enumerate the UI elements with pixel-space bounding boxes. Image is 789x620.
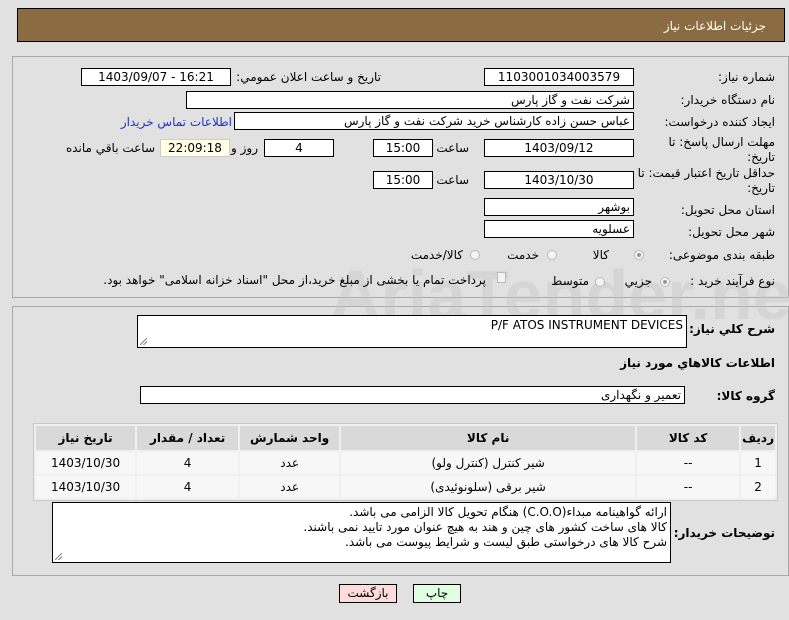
buyer-contact-link[interactable]: اطلاعات تماس خريدار xyxy=(121,115,232,129)
col-row: رديف xyxy=(741,426,775,450)
page-header: جزئیات اطلاعات نیاز xyxy=(17,8,785,42)
category-radio-both[interactable] xyxy=(470,250,480,260)
validity-date-field: 1403/10/30 xyxy=(484,171,634,189)
province-label: استان محل تحويل: xyxy=(680,203,775,217)
city-label: شهر محل تحويل: xyxy=(688,225,775,239)
notes-textarea[interactable]: ارائه گواهینامه مبداء(C.O.O) هنگام تحویل… xyxy=(52,502,671,563)
group-field: تعمیر و نگهداری xyxy=(140,386,685,404)
cell-code: -- xyxy=(637,452,740,474)
col-qty: تعداد / مقدار xyxy=(137,426,239,450)
cell-name: شیر کنترل (کنترل ولو) xyxy=(341,452,636,474)
col-unit: واحد شمارش xyxy=(240,426,340,450)
category-option-both: کالا/خدمت xyxy=(410,248,463,262)
cell-date: 1403/10/30 xyxy=(36,452,136,474)
cell-name: شیر برقی (سلونوئیدی) xyxy=(341,476,636,498)
category-radio-service[interactable] xyxy=(547,250,557,260)
remaining-label: ساعت باقي مانده xyxy=(65,141,155,155)
goods-table: رديف کد کالا نام کالا واحد شمارش تعداد /… xyxy=(33,423,778,501)
category-radio-goods[interactable] xyxy=(634,250,644,260)
table-row: 2 -- شیر برقی (سلونوئیدی) عدد 4 1403/10/… xyxy=(36,476,775,498)
treasury-checkbox[interactable] xyxy=(497,272,506,283)
notes-line: شرح کالا های درخواستی طبق لیست و شرایط پ… xyxy=(345,535,667,549)
cell-date: 1403/10/30 xyxy=(36,476,136,498)
col-code: کد کالا xyxy=(637,426,740,450)
summary-text: P/F ATOS INSTRUMENT DEVICES xyxy=(490,318,683,332)
creator-field: عباس حسن زاده کارشناس خرید شرکت نفت و گا… xyxy=(234,112,634,130)
days-field: 4 xyxy=(264,139,334,157)
announce-label: تاریخ و ساعت اعلان عمومي: xyxy=(236,70,381,84)
province-field: بوشهر xyxy=(484,198,634,216)
deadline-time-field: 15:00 xyxy=(373,139,433,157)
cell-unit: عدد xyxy=(240,476,340,498)
category-option-service: خدمت xyxy=(507,248,539,262)
buyer-label: نام دستگاه خريدار: xyxy=(680,93,776,107)
group-label: گروه کالا: xyxy=(716,389,775,403)
table-header-row: رديف کد کالا نام کالا واحد شمارش تعداد /… xyxy=(36,426,775,450)
days-label: روز و xyxy=(231,141,258,155)
resize-grip-icon[interactable] xyxy=(140,338,147,345)
resize-grip-icon[interactable] xyxy=(55,553,62,560)
category-option-goods: کالا xyxy=(592,248,609,262)
announce-field: 1403/09/07 - 16:21 xyxy=(81,68,231,86)
cell-qty: 4 xyxy=(137,452,239,474)
page-title: جزئیات اطلاعات نیاز xyxy=(663,19,766,33)
table-row: 1 -- شیر کنترل (کنترل ولو) عدد 4 1403/10… xyxy=(36,452,775,474)
process-option-medium: متوسط xyxy=(551,274,589,288)
process-label: نوع فرآيند خريد : xyxy=(690,274,775,288)
goods-section-title: اطلاعات کالاهاي مورد نياز xyxy=(620,356,775,370)
notes-line: ارائه گواهینامه مبداء(C.O.O) هنگام تحویل… xyxy=(349,505,667,519)
col-name: نام کالا xyxy=(341,426,636,450)
print-button[interactable]: چاپ xyxy=(413,584,461,603)
notes-line: کالا های ساخت کشور های چین و هند به هیچ … xyxy=(303,520,667,534)
summary-textarea[interactable]: P/F ATOS INSTRUMENT DEVICES xyxy=(137,315,687,348)
payment-note: پرداخت تمام يا بخشی از مبلغ خريد،از محل … xyxy=(103,273,486,287)
cell-row: 2 xyxy=(741,476,775,498)
cell-row: 1 xyxy=(741,452,775,474)
deadline-label: مهلت ارسال پاسخ: تا تاريخ: xyxy=(668,135,775,164)
cell-unit: عدد xyxy=(240,452,340,474)
process-radio-medium[interactable] xyxy=(595,277,605,287)
cell-qty: 4 xyxy=(137,476,239,498)
notes-label: توضيحات خريدار: xyxy=(673,526,775,540)
city-field: عسلویه xyxy=(484,220,634,238)
remaining-time-field: 22:09:18 xyxy=(160,139,230,157)
process-option-minor: جزيي xyxy=(624,274,652,288)
need-number-label: شماره نیاز: xyxy=(718,70,775,84)
creator-label: ايجاد کننده درخواست: xyxy=(664,115,775,129)
deadline-date-field: 1403/09/12 xyxy=(484,139,634,157)
back-button[interactable]: بازگشت xyxy=(339,584,397,603)
process-radio-minor[interactable] xyxy=(660,277,670,287)
deadline-time-label: ساعت xyxy=(436,141,469,155)
validity-label: حداقل تاريخ اعتبار قيمت: تا تاريخ: xyxy=(637,166,775,195)
need-number-field: 1103001034003579 xyxy=(484,68,634,86)
category-label: طبقه بندی موضوعی: xyxy=(668,248,775,262)
buyer-field: شرکت نفت و گاز پارس xyxy=(186,91,634,109)
summary-label: شرح کلي نياز: xyxy=(689,322,775,336)
validity-time-label: ساعت xyxy=(436,173,469,187)
validity-time-field: 15:00 xyxy=(373,171,433,189)
cell-code: -- xyxy=(637,476,740,498)
col-date: تاريخ نياز xyxy=(36,426,136,450)
